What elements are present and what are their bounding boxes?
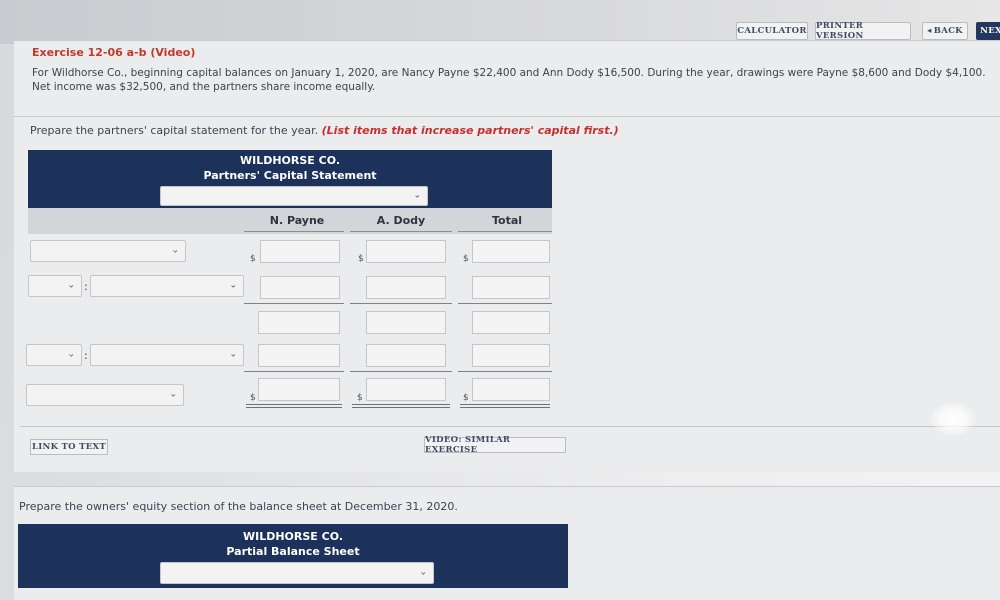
column-header-payne: N. Payne bbox=[269, 214, 325, 227]
colon-separator: : bbox=[84, 280, 88, 293]
chevron-down-icon: ⌄ bbox=[419, 567, 427, 578]
subtotal-underline bbox=[244, 371, 344, 372]
subtotal-underline bbox=[350, 371, 452, 372]
chevron-down-icon: ⌄ bbox=[67, 349, 75, 360]
dollar-sign: $ bbox=[250, 393, 256, 403]
row2-dody-input[interactable] bbox=[366, 276, 446, 299]
row5-dody-input[interactable] bbox=[366, 378, 446, 401]
section-divider bbox=[20, 426, 1000, 427]
row3-total-input[interactable] bbox=[472, 311, 550, 334]
period-select[interactable]: ⌄ bbox=[160, 186, 428, 206]
screen-glare bbox=[930, 402, 976, 436]
back-arrow-icon: ◂ bbox=[927, 26, 932, 36]
chevron-down-icon: ⌄ bbox=[171, 245, 179, 256]
video-similar-exercise-button[interactable]: VIDEO: SIMILAR EXERCISE bbox=[424, 435, 566, 455]
total-double-underline bbox=[460, 404, 550, 408]
column-underline bbox=[458, 231, 552, 232]
back-button[interactable]: ◂ BACK bbox=[922, 22, 968, 40]
company-name: WILDHORSE CO. bbox=[242, 530, 344, 543]
dollar-sign: $ bbox=[250, 254, 256, 264]
link-to-text-button[interactable]: LINK TO TEXT bbox=[30, 439, 108, 455]
row3-dody-input[interactable] bbox=[366, 311, 446, 334]
row2-total-input[interactable] bbox=[472, 276, 550, 299]
row2-prefix-select[interactable]: ⌄ bbox=[28, 275, 82, 297]
dollar-sign: $ bbox=[463, 254, 469, 264]
chevron-down-icon: ⌄ bbox=[67, 280, 75, 291]
subtotal-underline bbox=[458, 371, 552, 372]
row5-payne-input[interactable] bbox=[258, 378, 340, 401]
subtotal-underline bbox=[458, 303, 552, 304]
part-a-instruction: Prepare the partners' capital statement … bbox=[30, 124, 619, 137]
colon-separator: : bbox=[84, 349, 88, 362]
chevron-down-icon: ⌄ bbox=[229, 280, 237, 291]
dollar-sign: $ bbox=[357, 393, 363, 403]
dollar-sign: $ bbox=[358, 254, 364, 264]
statement-title: Partners' Capital Statement bbox=[203, 169, 377, 182]
column-header-total: Total bbox=[491, 214, 523, 227]
part-b-instruction: Prepare the owners' equity section of th… bbox=[19, 500, 458, 513]
exercise-description: For Wildhorse Co., beginning capital bal… bbox=[32, 67, 986, 93]
exercise-title: Exercise 12-06 a-b (Video) bbox=[32, 46, 196, 59]
row5-item-select[interactable]: ⌄ bbox=[26, 384, 184, 406]
chevron-down-icon: ⌄ bbox=[169, 389, 177, 400]
subtotal-underline bbox=[244, 303, 344, 304]
row5-total-input[interactable] bbox=[472, 378, 550, 401]
row4-total-input[interactable] bbox=[472, 344, 550, 367]
back-button-label: BACK bbox=[933, 26, 963, 36]
statement-title: Partial Balance Sheet bbox=[226, 545, 360, 558]
row1-dody-input[interactable] bbox=[366, 240, 446, 263]
company-name: WILDHORSE CO. bbox=[239, 154, 341, 167]
row1-total-input[interactable] bbox=[472, 240, 550, 263]
row1-payne-input[interactable] bbox=[260, 240, 340, 263]
calculator-button[interactable]: CALCULATOR bbox=[736, 22, 808, 40]
column-underline bbox=[244, 231, 344, 232]
row4-dody-input[interactable] bbox=[366, 344, 446, 367]
row2-item-select[interactable]: ⌄ bbox=[90, 275, 244, 297]
date-select[interactable]: ⌄ bbox=[160, 562, 434, 584]
total-double-underline bbox=[352, 404, 450, 408]
part-a-instruction-emphasis: (List items that increase partners' capi… bbox=[321, 124, 619, 137]
row2-payne-input[interactable] bbox=[260, 276, 340, 299]
row4-item-select[interactable]: ⌄ bbox=[90, 344, 244, 366]
chevron-down-icon: ⌄ bbox=[413, 190, 421, 201]
dollar-sign: $ bbox=[463, 393, 469, 403]
part-a-instruction-text: Prepare the partners' capital statement … bbox=[30, 124, 319, 137]
row3-payne-input[interactable] bbox=[258, 311, 340, 334]
printer-version-button[interactable]: PRINTER VERSION bbox=[815, 21, 911, 41]
total-double-underline bbox=[246, 404, 342, 408]
next-button[interactable]: NEX bbox=[976, 22, 1000, 40]
chevron-down-icon: ⌄ bbox=[229, 349, 237, 360]
row4-prefix-select[interactable]: ⌄ bbox=[26, 344, 82, 366]
column-header-dody: A. Dody bbox=[376, 214, 426, 227]
row1-item-select[interactable]: ⌄ bbox=[30, 240, 186, 262]
row4-payne-input[interactable] bbox=[258, 344, 340, 367]
column-underline bbox=[350, 231, 452, 232]
subtotal-underline bbox=[350, 303, 452, 304]
